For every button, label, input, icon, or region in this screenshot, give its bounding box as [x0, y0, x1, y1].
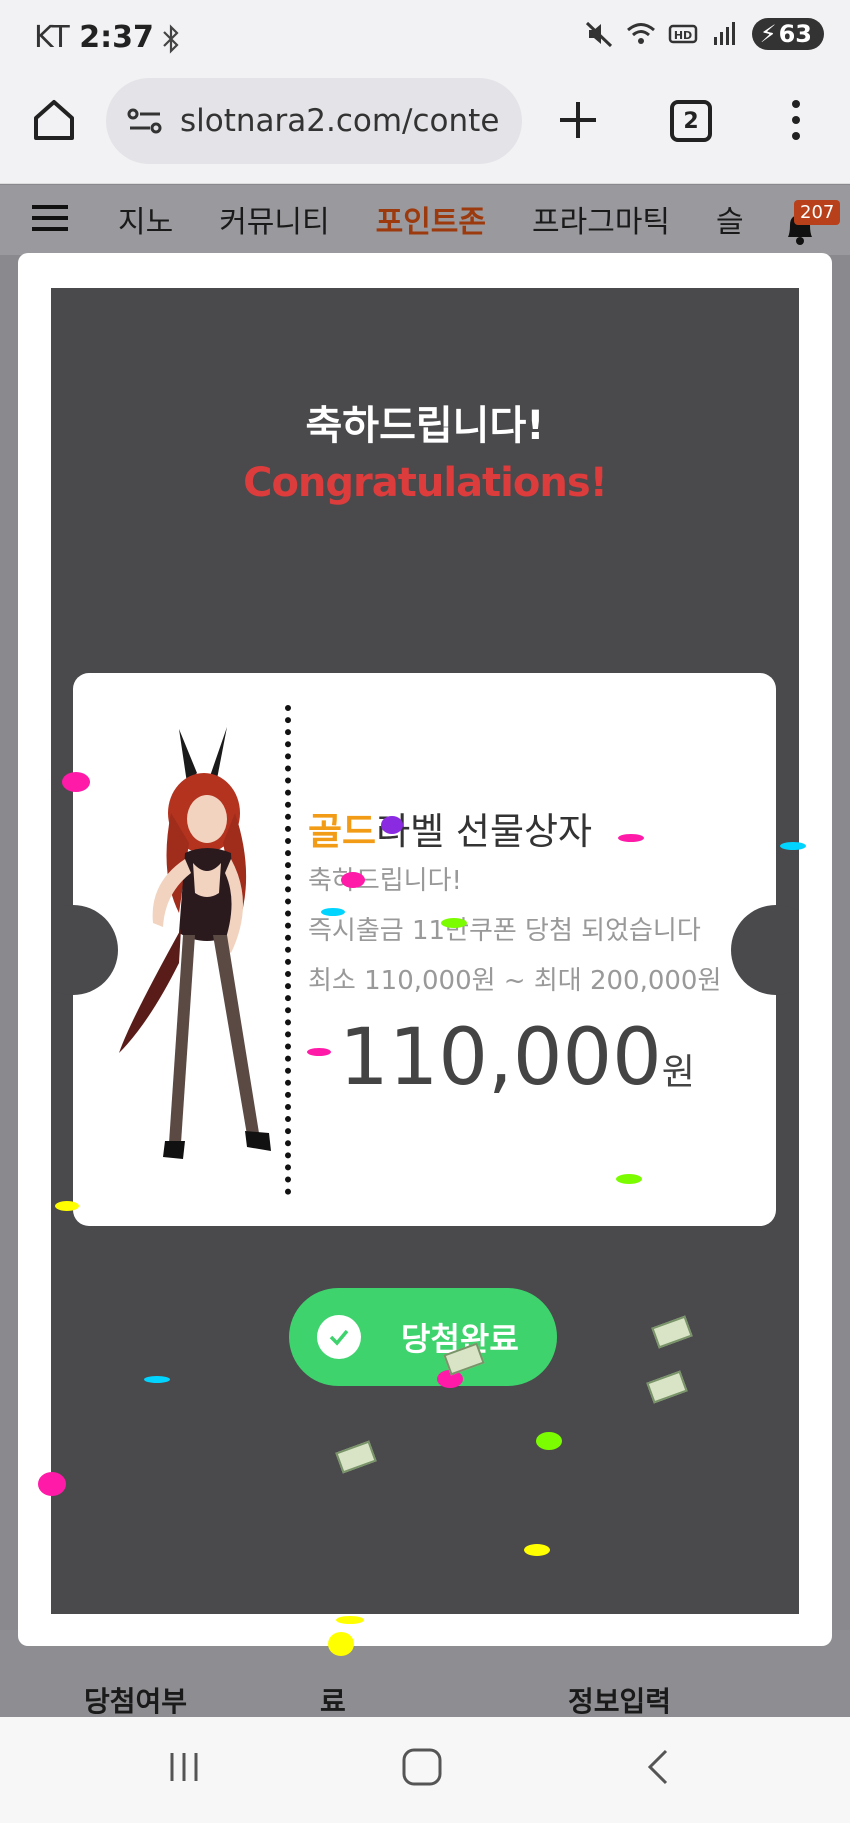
- mute-icon: [585, 21, 612, 48]
- modal-title-korean: 축하드립니다!: [305, 403, 545, 449]
- site-settings-icon[interactable]: [126, 106, 164, 136]
- hd-icon: HD: [668, 24, 697, 44]
- prize-amount: 110,000원: [73, 1013, 776, 1103]
- confetti-piece: [341, 872, 365, 888]
- confetti-piece: [441, 918, 467, 928]
- svg-text:HD: HD: [674, 29, 692, 42]
- confetti-piece: [38, 1472, 66, 1496]
- claim-complete-button[interactable]: 당첨완료: [289, 1288, 557, 1386]
- prize-amount-value: 110,000: [339, 1013, 662, 1103]
- status-left: KT 2:37: [34, 20, 154, 55]
- confetti-piece: [536, 1432, 562, 1450]
- confetti-piece: [321, 908, 345, 916]
- tab-switcher-button[interactable]: 2: [670, 100, 712, 142]
- battery-level: 63: [778, 20, 812, 48]
- back-icon[interactable]: [644, 1747, 674, 1787]
- ticket-perforation: [285, 705, 291, 1195]
- hamburger-menu-icon[interactable]: [32, 203, 68, 233]
- home-icon[interactable]: [30, 96, 78, 144]
- confetti-piece: [62, 772, 90, 792]
- confetti-piece: [524, 1544, 550, 1556]
- battery-indicator: ⚡ 63: [751, 18, 824, 50]
- money-icon: [646, 1370, 688, 1404]
- home-navigation-icon[interactable]: [400, 1747, 444, 1787]
- confetti-piece: [616, 1174, 642, 1184]
- recent-apps-icon[interactable]: [164, 1747, 204, 1787]
- prize-line-congrats: 축하드립니다!: [308, 866, 462, 896]
- prize-label: 골드라벨 선물상자: [308, 801, 592, 855]
- confetti-piece: [307, 1048, 331, 1056]
- prize-label-highlight: 골드: [308, 810, 377, 853]
- confetti-piece: [336, 1616, 364, 1624]
- confetti-piece: [780, 842, 806, 850]
- ticket-notch-right: [731, 905, 799, 995]
- nav-items: 지노 커뮤니티 포인트존 프라그마틱 슬: [118, 197, 744, 241]
- column-win-status: 당첨여부: [84, 1685, 188, 1718]
- money-icon: [335, 1440, 377, 1474]
- confetti-piece: [144, 1376, 170, 1383]
- system-navigation-bar: [0, 1717, 850, 1823]
- column-info-input: 정보입력: [568, 1685, 672, 1718]
- prize-line-range: 최소 110,000원 ~ 최대 200,000원: [308, 966, 722, 996]
- column-fee: 료: [320, 1685, 346, 1718]
- nav-item-zino[interactable]: 지노: [118, 197, 173, 241]
- address-bar[interactable]: slotnara2.com/conte: [106, 78, 522, 164]
- confetti-piece: [618, 834, 644, 842]
- confetti-piece: [55, 1201, 79, 1211]
- nav-item-slot[interactable]: 슬: [716, 197, 744, 241]
- signal-icon: [713, 22, 735, 45]
- wifi-icon: [626, 23, 655, 44]
- site-nav: 지노 커뮤니티 포인트존 프라그마틱 슬: [0, 185, 850, 255]
- prize-ticket: 골드라벨 선물상자 축하드립니다! 즉시출금 11만쿠폰 당첨 되었습니다 최소…: [51, 673, 799, 1226]
- nav-item-point-zone[interactable]: 포인트존: [376, 197, 486, 241]
- money-icon: [651, 1315, 693, 1349]
- url-text: slotnara2.com/conte: [180, 103, 500, 139]
- clock: 2:37: [79, 20, 154, 55]
- notification-badge: 207: [794, 200, 841, 225]
- status-bar: KT 2:37 HD ⚡ 63: [0, 0, 850, 76]
- new-tab-icon[interactable]: [556, 98, 600, 142]
- prize-amount-unit: 원: [661, 1052, 695, 1093]
- bluetooth-icon: [163, 24, 179, 54]
- more-options-icon[interactable]: [786, 98, 806, 142]
- nav-item-community[interactable]: 커뮤니티: [219, 197, 329, 241]
- check-icon: [317, 1315, 361, 1359]
- modal-content: 축하드립니다! Congratulations! 골드라벨 선물상자 축하드립니…: [51, 288, 799, 1614]
- browser-toolbar: slotnara2.com/conte 2: [0, 76, 850, 184]
- ticket-notch-left: [51, 905, 118, 995]
- confetti-piece: [328, 1632, 354, 1656]
- modal-title-english: Congratulations!: [243, 460, 608, 506]
- carrier-label: KT: [34, 20, 70, 55]
- charging-icon: ⚡: [759, 20, 777, 48]
- character-illustration: [119, 727, 271, 1159]
- prize-line-coupon: 즉시출금 11만쿠폰 당첨 되었습니다: [308, 916, 701, 946]
- prize-modal: 축하드립니다! Congratulations! 골드라벨 선물상자 축하드립니…: [18, 253, 832, 1646]
- prize-label-rest: 라벨 선물상자: [376, 810, 593, 853]
- confetti-piece: [381, 816, 403, 834]
- nav-item-pragmatic[interactable]: 프라그마틱: [532, 197, 670, 241]
